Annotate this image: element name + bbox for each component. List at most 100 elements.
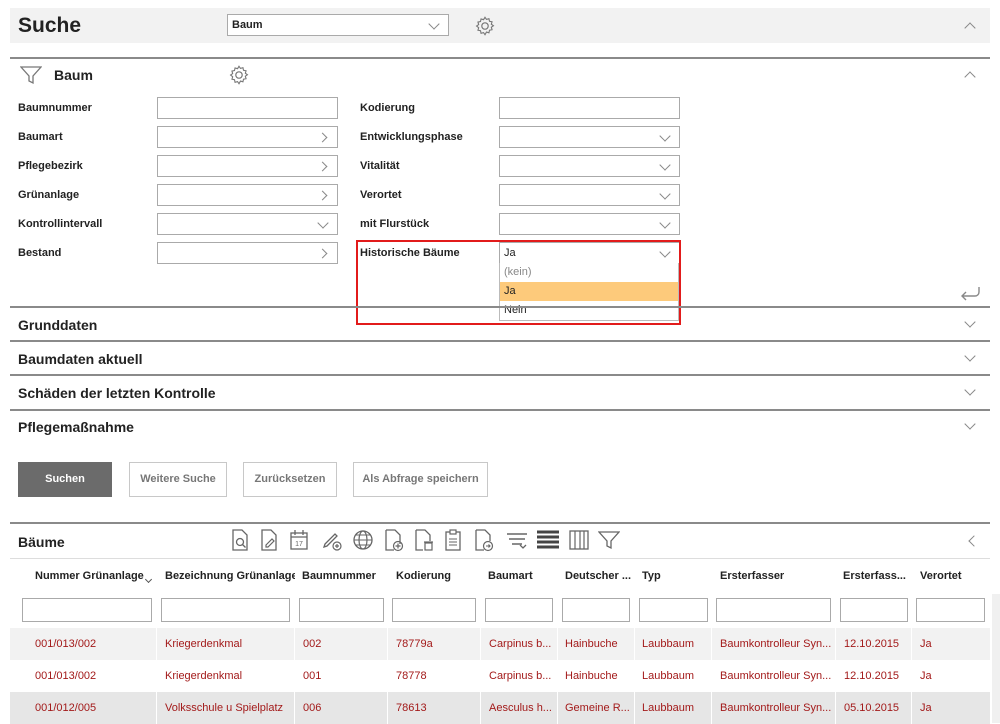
table-cell: 78778 [396, 670, 427, 682]
column-header[interactable]: Nummer Grünanlage [35, 570, 145, 582]
cell-divider [711, 692, 712, 724]
expand-grunddaten-icon[interactable] [964, 316, 976, 328]
label-gruenanlage: Grünanlage [18, 189, 80, 201]
columns-icon[interactable] [568, 528, 590, 552]
gear-icon[interactable] [228, 64, 250, 86]
table-cell: 001/012/005 [35, 702, 97, 714]
document-search-icon[interactable] [229, 528, 251, 552]
table-cell: 78779a [396, 638, 433, 650]
column-header[interactable]: Ersterfass... [843, 570, 913, 582]
table-cell: Hainbuche [565, 670, 618, 682]
cell-divider [294, 692, 295, 724]
column-filter-input[interactable] [562, 598, 630, 622]
column-filter-input[interactable] [161, 598, 290, 622]
kodierung-input[interactable] [499, 97, 680, 119]
bestand-picker[interactable] [157, 242, 338, 264]
save-query-button[interactable]: Als Abfrage speichern [353, 462, 488, 497]
section-grunddaten[interactable]: Grunddaten [18, 317, 97, 333]
pen-add-icon[interactable] [321, 528, 343, 552]
label-kodierung: Kodierung [360, 102, 415, 114]
clipboard-icon[interactable] [442, 528, 464, 552]
search-header-bar [10, 8, 990, 43]
reset-button[interactable]: Zurücksetzen [243, 462, 337, 497]
baumart-picker[interactable] [157, 126, 338, 148]
baumnummer-input[interactable] [157, 97, 338, 119]
return-icon[interactable] [958, 284, 982, 302]
cell-divider [634, 692, 635, 724]
document-delete-icon[interactable] [412, 528, 434, 552]
chevron-down-icon [659, 130, 671, 142]
table-cell: Carpinus b... [489, 670, 552, 682]
document-edit-icon[interactable] [258, 528, 280, 552]
collapse-baum-icon[interactable] [964, 71, 976, 83]
column-header[interactable]: Typ [642, 570, 707, 582]
section-divider [10, 340, 990, 342]
table-row[interactable]: 001/013/002 Kriegerdenkmal 001 78778 Car… [10, 660, 990, 692]
cell-divider [835, 692, 836, 724]
cell-divider [557, 628, 558, 660]
chevron-down-icon [659, 159, 671, 171]
collapse-results-icon[interactable] [968, 535, 980, 547]
funnel-icon[interactable] [598, 528, 620, 552]
cell-divider [557, 692, 558, 724]
section-baumdaten-aktuell[interactable]: Baumdaten aktuell [18, 351, 142, 367]
table-row[interactable]: 001/012/005 Volksschule u Spielplatz 006… [10, 692, 990, 724]
search-button[interactable]: Suchen [18, 462, 112, 497]
column-header[interactable]: Baumnummer [302, 570, 387, 582]
column-filter-input[interactable] [485, 598, 553, 622]
gear-icon[interactable] [474, 15, 496, 37]
column-filter-input[interactable] [716, 598, 831, 622]
table-cell: Laubbaum [642, 638, 694, 650]
search-type-select[interactable]: Baum [227, 14, 449, 36]
column-filter-input[interactable] [299, 598, 384, 622]
label-verortet: Verortet [360, 189, 402, 201]
column-filter-input[interactable] [840, 598, 908, 622]
section-schaeden[interactable]: Schäden der letzten Kontrolle [18, 385, 216, 401]
column-header[interactable]: Deutscher ... [565, 570, 635, 582]
column-filter-input[interactable] [392, 598, 476, 622]
gruenanlage-picker[interactable] [157, 184, 338, 206]
expand-schaeden-icon[interactable] [964, 384, 976, 396]
further-search-button[interactable]: Weitere Suche [129, 462, 227, 497]
column-filter-input[interactable] [639, 598, 708, 622]
list-icon[interactable] [537, 528, 559, 552]
pflegebezirk-picker[interactable] [157, 155, 338, 177]
expand-baumdaten-icon[interactable] [964, 350, 976, 362]
chevron-right-icon [317, 190, 328, 201]
column-header[interactable]: Kodierung [396, 570, 476, 582]
page-title: Suche [18, 14, 82, 37]
label-pflegebezirk: Pflegebezirk [18, 160, 83, 172]
table-cell: 001/013/002 [35, 670, 97, 682]
results-title: Bäume [18, 534, 65, 550]
section-divider [10, 522, 990, 524]
column-header[interactable]: Baumart [488, 570, 558, 582]
expand-pflegemassnahme-icon[interactable] [964, 418, 976, 430]
filter-lines-icon[interactable] [506, 528, 528, 552]
highlight-frame [356, 240, 681, 325]
sort-desc-icon[interactable] [144, 575, 153, 584]
verortet-select[interactable] [499, 184, 680, 206]
section-pflegemassnahme[interactable]: Pflegemaßnahme [18, 419, 134, 435]
table-cell: Laubbaum [642, 670, 694, 682]
column-filter-input[interactable] [916, 598, 985, 622]
mit-flurstueck-select[interactable] [499, 213, 680, 235]
table-cell: 12.10.2015 [844, 638, 900, 650]
column-header[interactable]: Verortet [920, 570, 980, 582]
column-header[interactable]: Ersterfasser [720, 570, 830, 582]
calendar-icon[interactable]: 17 [288, 528, 310, 552]
chevron-down-icon [659, 217, 671, 229]
table-cell: Aesculus h... [489, 702, 552, 714]
vitalitaet-select[interactable] [499, 155, 680, 177]
column-filter-input[interactable] [22, 598, 152, 622]
kontrollintervall-select[interactable] [157, 213, 338, 235]
label-kontrollintervall: Kontrollintervall [18, 218, 103, 230]
column-header[interactable]: Bezeichnung Grünanlage [165, 570, 295, 582]
vertical-scrollbar[interactable] [992, 594, 1000, 723]
table-cell: Ja [920, 638, 932, 650]
entwicklungsphase-select[interactable] [499, 126, 680, 148]
table-row[interactable]: 001/013/002 Kriegerdenkmal 002 78779a Ca… [10, 628, 990, 660]
document-add-icon[interactable] [382, 528, 404, 552]
table-cell: Hainbuche [565, 638, 618, 650]
globe-icon[interactable] [352, 528, 374, 552]
document-export-icon[interactable] [472, 528, 494, 552]
